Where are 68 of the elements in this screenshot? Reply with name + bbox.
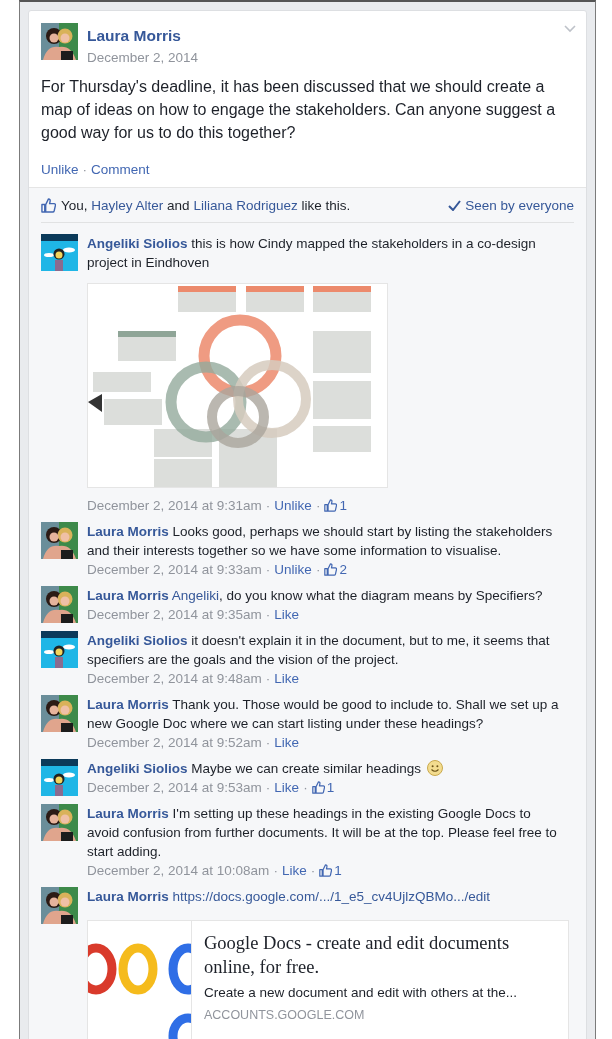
preview-description: Create a new document and edit with others at the... bbox=[204, 984, 518, 1002]
like-link[interactable]: Like bbox=[274, 605, 300, 624]
link[interactable]: https://docs.google.com/.../1_e5_cv4UjlzQBMo.../edit bbox=[172, 889, 490, 904]
thumbs-up-icon bbox=[319, 864, 333, 877]
like-link[interactable]: Like bbox=[281, 861, 307, 880]
comment-author[interactable]: Angeliki Siolios bbox=[87, 236, 188, 251]
separator-dot: · bbox=[264, 561, 272, 579]
comment-text: Laura Morris I'm setting up these headings in the existing Google Docs to avoid confusion from further documents. It will be at the top. Please feel free to start adding. bbox=[87, 805, 558, 861]
like-link[interactable]: Unlike bbox=[274, 560, 312, 579]
preview-domain: ACCOUNTS.GOOGLE.COM bbox=[204, 1008, 366, 1022]
like-count[interactable]: 1 bbox=[339, 496, 347, 515]
checkmark-icon bbox=[448, 199, 462, 211]
separator-dot: · bbox=[264, 670, 272, 688]
separator-dot: · bbox=[264, 606, 272, 624]
separator-dot: · bbox=[302, 779, 309, 797]
like-count[interactable]: 1 bbox=[334, 861, 342, 880]
link[interactable]: Angeliki bbox=[171, 588, 220, 603]
comment-author[interactable]: Laura Morris bbox=[87, 524, 169, 539]
comment-author[interactable]: Laura Morris bbox=[87, 697, 169, 712]
likes-summary: You, Hayley Alter and Liliana Rodriguez like this. bbox=[61, 197, 351, 213]
like-link[interactable]: Unlike bbox=[274, 496, 312, 515]
like-link[interactable]: Like bbox=[274, 669, 300, 688]
seen-by-link[interactable]: Seen by everyone bbox=[448, 197, 574, 213]
comment-date: December 2, 2014 at 10:08am bbox=[87, 862, 270, 880]
like-count[interactable]: 2 bbox=[339, 560, 347, 579]
post-text: For Thursday's deadline, it has been discussed that we should create a map of ideas on how to engage the stakeholders. Can anyone suggest a good way for us to do this together? bbox=[41, 77, 557, 143]
comment-date: December 2, 2014 at 9:52am bbox=[87, 734, 262, 752]
smiley-icon bbox=[426, 760, 443, 776]
comment-author[interactable]: Angeliki Siolios bbox=[87, 761, 188, 776]
comment-date: December 2, 2014 at 9:53am bbox=[87, 779, 262, 797]
preview-title: Google Docs - create and edit documents online, for free. bbox=[204, 932, 511, 979]
separator-dot: · bbox=[264, 734, 272, 752]
separator-dot: · bbox=[314, 497, 322, 515]
comment-text: Laura Morris Looks good, perhaps we should start by listing the stakeholders and their interests together so we have some information to visualise. bbox=[87, 523, 554, 560]
comment-text: Angeliki Siolios this is how Cindy mapped the stakeholders in a co-design project in Eindhoven bbox=[87, 235, 537, 272]
comment-text: Angeliki Siolios Maybe we can create similar headings bbox=[87, 759, 561, 778]
thumbs-up-icon bbox=[324, 563, 338, 576]
comment-author[interactable]: Angeliki Siolios bbox=[87, 633, 188, 648]
like-link[interactable]: Like bbox=[274, 778, 300, 797]
separator-dot: · bbox=[272, 862, 279, 880]
comment-date: December 2, 2014 at 9:33am bbox=[87, 561, 262, 579]
like-count[interactable]: 1 bbox=[326, 778, 335, 797]
author-name[interactable]: Laura Morris bbox=[87, 27, 199, 45]
comment-date: December 2, 2014 at 9:48am bbox=[87, 670, 262, 688]
separator-dot: · bbox=[264, 779, 272, 797]
thumbs-up-icon bbox=[41, 197, 56, 213]
action-link[interactable]: Unlike bbox=[41, 162, 79, 177]
comment-author[interactable]: Laura Morris bbox=[87, 588, 169, 603]
comment-text: Angeliki Siolios it doesn't explain it in the document, but to me, it seems that specifiers are the goals and the vision of the project. bbox=[87, 632, 551, 669]
action-link[interactable]: Comment bbox=[91, 162, 150, 177]
post-date: December 2, 2014 bbox=[87, 50, 199, 65]
comment-date: December 2, 2014 at 9:35am bbox=[87, 606, 262, 624]
comment-text: Laura Morris Thank you. Those would be good to include to. Shall we set up a new Google Doc where we can start listing under these headings? bbox=[87, 696, 560, 733]
chevron-down-icon[interactable] bbox=[564, 25, 576, 33]
separator-dot: · bbox=[81, 162, 88, 177]
link-preview[interactable]: Google Docs - create and edit documents online, for free. Create a new document and edit with others at the... ACCOUNTS.GOOGLE.COM bbox=[87, 920, 569, 1039]
link[interactable]: Liliana Rodriguez bbox=[193, 197, 298, 213]
thumbs-up-icon bbox=[311, 781, 325, 794]
comment-date: December 2, 2014 at 9:31am bbox=[87, 497, 262, 515]
comment-text: Laura Morris Angeliki, do you know what the diagram means by Specifiers? bbox=[87, 587, 544, 605]
separator-dot: · bbox=[309, 862, 317, 880]
thumbs-up-icon bbox=[324, 499, 338, 512]
like-link[interactable]: Like bbox=[274, 733, 300, 752]
link[interactable]: Hayley Alter bbox=[91, 197, 164, 213]
comment-author[interactable]: Laura Morris bbox=[87, 889, 169, 904]
comment-author[interactable]: Laura Morris bbox=[87, 806, 169, 821]
separator-dot: · bbox=[264, 497, 272, 515]
separator-dot: · bbox=[314, 561, 322, 579]
